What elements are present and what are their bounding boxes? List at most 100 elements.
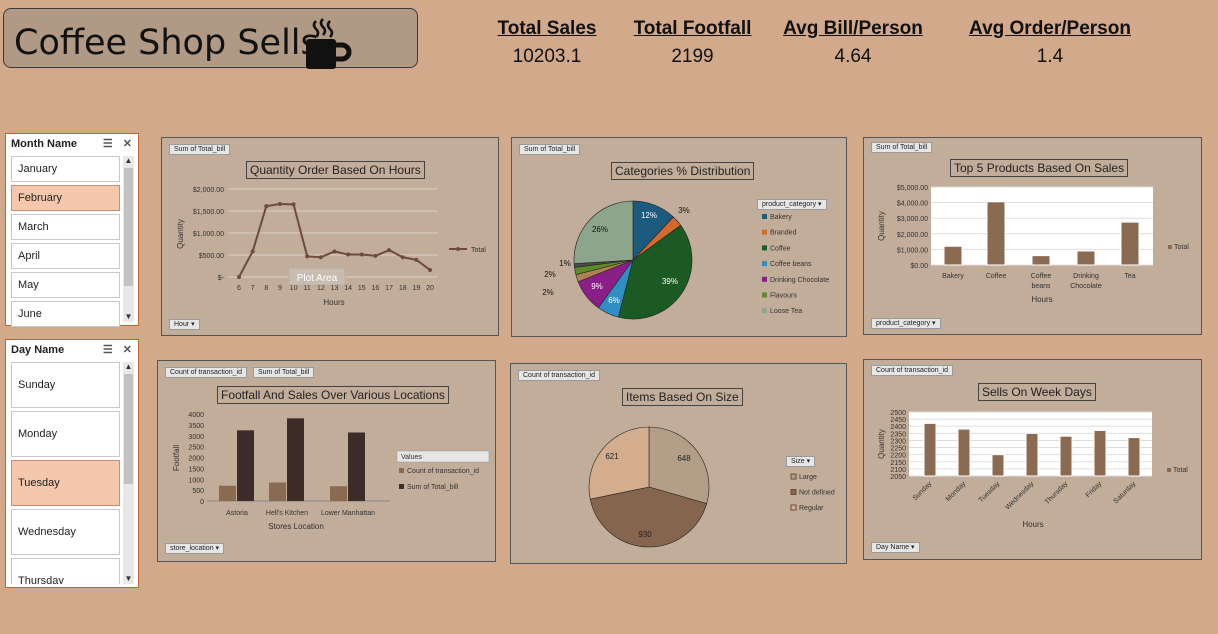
scroll-thumb[interactable] bbox=[124, 168, 133, 286]
x-axis-title: Hours bbox=[323, 298, 344, 307]
slicer-item-february[interactable]: February bbox=[11, 185, 120, 211]
kpi-value: 2199 bbox=[671, 46, 714, 67]
legend-field-button[interactable]: product_category ▾ bbox=[757, 199, 827, 210]
slicer-item-may[interactable]: May bbox=[11, 272, 120, 298]
y-axis-title: Quantity bbox=[877, 211, 886, 241]
x-tick-label: Friday bbox=[1085, 480, 1104, 499]
day-slicer[interactable]: Day Name ☰ ✕ Sunday Monday Tuesday Wednesda… bbox=[5, 339, 139, 588]
chart-panel-top5[interactable]: Sum of Total_bill Top 5 Products Based O… bbox=[863, 137, 1202, 335]
x-tick-label: 15 bbox=[358, 285, 366, 292]
chart-panel-size[interactable]: Count of transaction_id Items Based On S… bbox=[510, 363, 847, 564]
y-tick-label: 2000 bbox=[188, 456, 204, 463]
multi-select-icon[interactable]: ☰ bbox=[103, 343, 113, 356]
field-button-axis[interactable]: Hour ▾ bbox=[169, 319, 200, 330]
y-tick-label: 1000 bbox=[188, 477, 204, 484]
x-tick-label: Drinking Chocolate bbox=[1070, 273, 1102, 290]
y-tick-label: 2400 bbox=[890, 424, 906, 431]
slicer-item-march[interactable]: March bbox=[11, 214, 120, 240]
scrollbar[interactable]: ▲ ▼ bbox=[123, 362, 134, 584]
kpi-value: 10203.1 bbox=[512, 46, 582, 67]
slicer-item-april[interactable]: April bbox=[11, 243, 120, 269]
scroll-down-icon[interactable]: ▼ bbox=[123, 312, 134, 322]
y-tick-label: 2150 bbox=[890, 460, 906, 467]
scrollbar[interactable]: ▲ ▼ bbox=[123, 156, 134, 322]
bar-sum-of-total-bill-hell-s-kitchen bbox=[287, 418, 304, 501]
y-tick-label: 2100 bbox=[890, 467, 906, 474]
legend-swatch bbox=[399, 468, 404, 473]
legend-label: Count of transaction_id bbox=[407, 468, 479, 475]
x-tick-label: Coffee beans bbox=[1031, 273, 1052, 290]
slicer-item-sunday[interactable]: Sunday bbox=[11, 362, 120, 408]
y-tick-label: $2,000.00 bbox=[897, 232, 928, 239]
slicer-item-june[interactable]: June bbox=[11, 301, 120, 327]
clear-filter-icon[interactable]: ✕ bbox=[123, 137, 132, 150]
y-tick-label: $1,000.00 bbox=[897, 247, 928, 254]
slicer-item-thursday[interactable]: Thursday bbox=[11, 558, 120, 584]
x-tick-label: 8 bbox=[264, 285, 268, 292]
slice-label: 648 bbox=[677, 454, 691, 463]
x-tick-label: Lower Manhattan bbox=[321, 510, 375, 517]
multi-select-icon[interactable]: ☰ bbox=[103, 137, 113, 150]
bar-coffee bbox=[986, 201, 1006, 266]
x-axis-title: Stores Location bbox=[268, 522, 324, 531]
field-button-axis[interactable]: Day Name ▾ bbox=[871, 542, 920, 553]
legend-swatch bbox=[762, 245, 767, 251]
legend-swatch bbox=[790, 473, 797, 480]
x-tick-label: 19 bbox=[412, 285, 420, 292]
legend-swatch bbox=[1167, 468, 1171, 472]
chart-panel-locations[interactable]: Count of transaction_id Sum of Total_bil… bbox=[157, 360, 496, 562]
slicer-item-wednesday[interactable]: Wednesday bbox=[11, 509, 120, 555]
x-axis-title: Hours bbox=[1022, 520, 1043, 529]
month-slicer[interactable]: Month Name ☰ ✕ January February March April… bbox=[5, 133, 139, 327]
size-slice bbox=[588, 426, 650, 500]
data-point bbox=[250, 249, 255, 254]
x-tick-label: 12 bbox=[317, 285, 325, 292]
x-tick-label: Thursday bbox=[1044, 480, 1070, 506]
x-tick-label: Sunday bbox=[912, 480, 934, 502]
dashboard-title: Coffee Shop Sells bbox=[14, 23, 319, 63]
scroll-up-icon[interactable]: ▲ bbox=[123, 362, 134, 372]
scroll-down-icon[interactable]: ▼ bbox=[123, 574, 134, 584]
scroll-thumb[interactable] bbox=[124, 374, 133, 484]
legend-label: Sum of Total_bill bbox=[407, 484, 459, 491]
chart-panel-hours[interactable]: Sum of Total_bill Quantity Order Based O… bbox=[161, 137, 499, 336]
slicer-item-january[interactable]: January bbox=[11, 156, 120, 182]
slicer-item-monday[interactable]: Monday bbox=[11, 411, 120, 457]
bar-count-of-transaction-id-lower-manhattan bbox=[330, 486, 347, 501]
legend-swatch bbox=[790, 489, 797, 495]
bar-tuesday bbox=[991, 454, 1005, 477]
x-tick-label: Tea bbox=[1124, 273, 1135, 280]
slice-label: 6% bbox=[608, 296, 620, 305]
kpi-label: Avg Order/Person bbox=[969, 18, 1131, 39]
legend-swatch bbox=[762, 292, 767, 298]
field-button-axis[interactable]: product_category ▾ bbox=[871, 318, 941, 329]
chart-panel-weekdays[interactable]: Count of transaction_id Sells On Week Da… bbox=[863, 359, 1202, 560]
y-tick-label: 2350 bbox=[890, 431, 906, 438]
categories-pie-chart: 12%3%39%6%9%2%2%1%26%BakeryBrandedCoffee… bbox=[542, 200, 829, 320]
clear-filter-icon[interactable]: ✕ bbox=[123, 343, 132, 356]
slice-label: 26% bbox=[592, 225, 608, 234]
bar-friday bbox=[1093, 429, 1107, 477]
field-button-axis[interactable]: store_location ▾ bbox=[165, 543, 225, 554]
slice-label: 621 bbox=[605, 452, 619, 461]
data-point bbox=[237, 275, 241, 279]
y-tick-label: 2450 bbox=[890, 417, 906, 424]
kpi-total-sales: Total Sales 10203.1 bbox=[497, 18, 597, 68]
legend-field-button[interactable]: Size ▾ bbox=[786, 456, 816, 467]
y-tick-label: $- bbox=[218, 275, 225, 282]
slicer-item-tuesday[interactable]: Tuesday bbox=[11, 460, 120, 506]
slicer-title: Day Name bbox=[11, 344, 65, 356]
legend-button-label: product_category bbox=[762, 201, 817, 208]
scroll-up-icon[interactable]: ▲ bbox=[123, 156, 134, 166]
data-point bbox=[428, 267, 432, 272]
legend-swatch bbox=[762, 229, 767, 235]
data-point bbox=[305, 254, 310, 259]
chart-panel-categories[interactable]: Sum of Total_bill Categories % Distribut… bbox=[511, 137, 847, 337]
x-tick-label: Monday bbox=[945, 480, 968, 503]
legend-label: Drinking Chocolate bbox=[770, 277, 829, 284]
bar-saturday bbox=[1127, 437, 1141, 477]
legend-swatch bbox=[762, 276, 767, 282]
y-tick-label: 500 bbox=[192, 488, 204, 495]
axis-button-label: Day Name bbox=[876, 544, 910, 551]
legend-label: Total bbox=[1173, 467, 1188, 474]
